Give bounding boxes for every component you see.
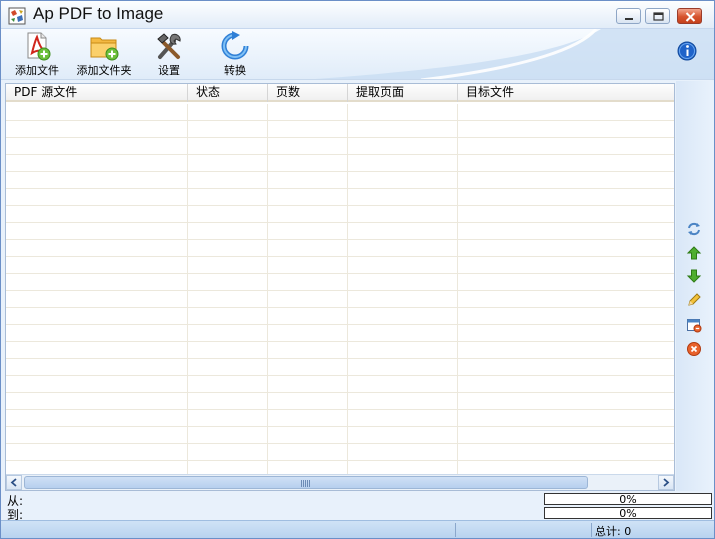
maximize-icon <box>653 12 664 21</box>
progress-area: 从: 到: 0% 0% <box>1 492 714 522</box>
status-bar: 总计: 0 <box>1 520 714 538</box>
convert-label: 转换 <box>224 64 246 77</box>
minimize-icon <box>625 18 633 20</box>
add-file-button[interactable]: 添加文件 <box>11 31 63 79</box>
clear-list-icon[interactable] <box>686 317 702 333</box>
scroll-grip <box>301 480 311 487</box>
scroll-left-button[interactable] <box>6 475 22 490</box>
refresh-icon[interactable] <box>686 221 702 237</box>
app-window: Ap PDF to Image 添加文件 添加文件夹 设置 转换 PDF 源文件… <box>0 0 715 539</box>
horizontal-scrollbar[interactable] <box>6 474 674 490</box>
column-divider <box>457 104 458 474</box>
close-icon <box>685 12 696 22</box>
column-header-target-file[interactable]: 目标文件 <box>457 84 674 102</box>
table-rows-empty <box>6 104 674 474</box>
column-header-pdf-source[interactable]: PDF 源文件 <box>6 84 187 102</box>
add-folder-icon <box>90 37 119 61</box>
title-bar[interactable]: Ap PDF to Image <box>1 1 714 29</box>
scroll-right-button[interactable] <box>658 475 674 490</box>
toolbar: 添加文件 添加文件夹 设置 转换 <box>1 29 714 80</box>
close-button[interactable] <box>677 8 702 24</box>
column-divider <box>267 104 268 474</box>
minimize-button[interactable] <box>616 8 641 24</box>
status-divider <box>591 523 592 537</box>
tools-icon <box>157 33 181 59</box>
move-down-icon[interactable] <box>686 268 702 284</box>
add-pdf-file-icon <box>27 32 51 61</box>
status-divider <box>455 523 456 537</box>
total-count: 总计: 0 <box>595 525 632 538</box>
add-file-label: 添加文件 <box>15 64 59 77</box>
remove-icon[interactable] <box>686 341 702 357</box>
move-up-icon[interactable] <box>686 245 702 261</box>
window-title: Ap PDF to Image <box>33 4 164 23</box>
column-header-extract-pages[interactable]: 提取页面 <box>347 84 457 102</box>
column-header-status[interactable]: 状态 <box>187 84 267 102</box>
maximize-button[interactable] <box>645 8 670 24</box>
chevron-left-icon <box>10 478 17 487</box>
column-header-pages[interactable]: 页数 <box>267 84 347 102</box>
side-action-panel <box>676 81 714 491</box>
table-header: PDF 源文件 状态 页数 提取页面 目标文件 <box>6 84 674 102</box>
column-divider <box>187 104 188 474</box>
app-logo-icon <box>8 7 26 25</box>
edit-icon[interactable] <box>686 292 702 308</box>
convert-button[interactable]: 转换 <box>213 31 257 79</box>
file-list-table[interactable]: PDF 源文件 状态 页数 提取页面 目标文件 <box>5 83 675 491</box>
convert-refresh-icon <box>221 31 249 60</box>
info-icon[interactable] <box>677 41 697 61</box>
add-folder-button[interactable]: 添加文件夹 <box>73 31 135 79</box>
scroll-thumb[interactable] <box>24 476 588 489</box>
progress-bar-to: 0% <box>544 507 712 519</box>
progress-bar-from: 0% <box>544 493 712 505</box>
column-divider <box>347 104 348 474</box>
settings-label: 设置 <box>158 64 180 77</box>
chevron-right-icon <box>663 478 670 487</box>
add-folder-label: 添加文件夹 <box>76 64 132 77</box>
settings-button[interactable]: 设置 <box>147 31 191 79</box>
